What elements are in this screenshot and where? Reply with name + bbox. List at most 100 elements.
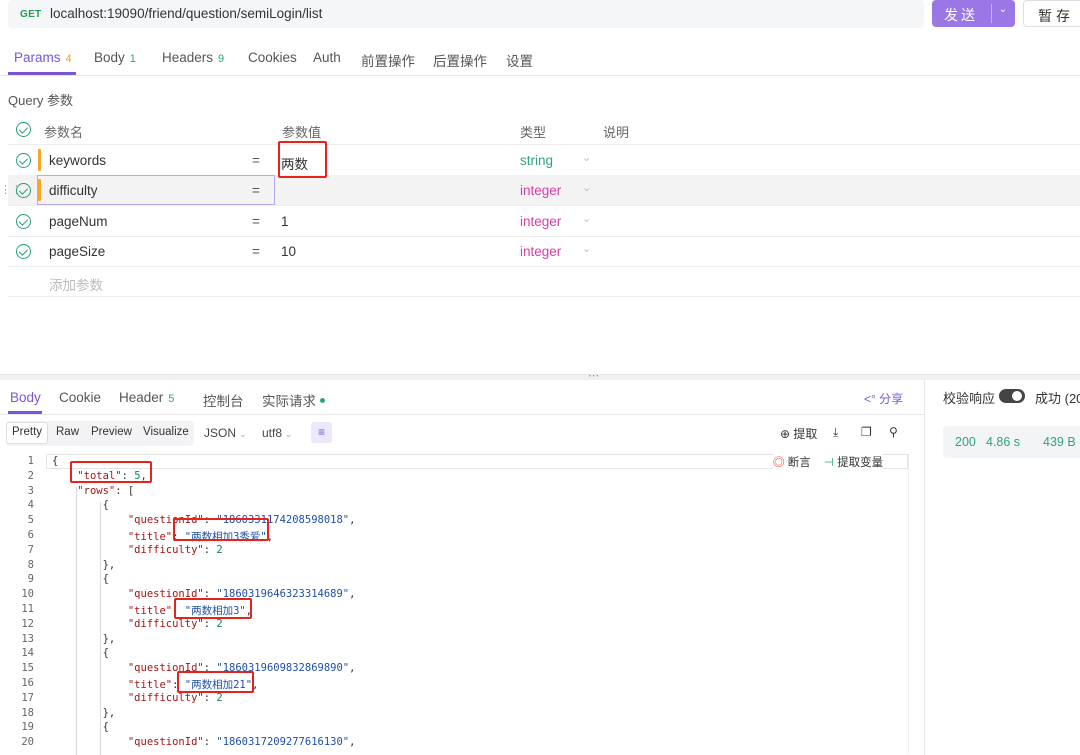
line-number: 18 (21, 706, 34, 719)
status-code: 200 (955, 435, 976, 449)
validate-response-toggle[interactable] (999, 389, 1025, 403)
param-value[interactable]: 10 (281, 244, 296, 259)
tab-label: Body (94, 50, 125, 65)
line-number: 10 (21, 588, 34, 601)
param-enabled-checkbox[interactable] (16, 214, 31, 229)
send-button[interactable]: 发送 ⌄ (932, 0, 1015, 27)
required-marker (38, 149, 41, 171)
line-number: 3 (27, 484, 34, 497)
tab-body[interactable]: Body 1 (94, 50, 136, 65)
param-enabled-checkbox[interactable] (16, 183, 31, 198)
chevron-down-icon[interactable]: ⌄ (582, 151, 591, 164)
param-enabled-checkbox[interactable] (16, 153, 31, 168)
share-label: 分享 (879, 392, 904, 406)
line-number: 7 (27, 543, 34, 556)
code-line: { (52, 721, 109, 734)
extract-button[interactable]: ⊕ 提取 (780, 425, 817, 442)
line-number: 16 (21, 677, 34, 689)
url-text[interactable]: localhost:19090/friend/question/semiLogi… (50, 6, 322, 21)
tab-response-cookie[interactable]: Cookie (59, 390, 101, 405)
tab-response-header[interactable]: Header 5 (119, 390, 174, 405)
tab-actual-request[interactable]: 实际请求 (262, 390, 325, 410)
chevron-down-icon[interactable]: ⌄ (582, 181, 591, 194)
url-bar: GET localhost:19090/friend/question/semi… (0, 0, 1080, 38)
add-param-input[interactable]: 添加参数 (49, 274, 103, 294)
line-number: 1 (27, 455, 34, 467)
param-row: pageSize = 10 integer ⌄ (8, 236, 1080, 267)
param-name[interactable]: pageNum (49, 214, 108, 229)
tab-label: Header (119, 390, 164, 405)
add-param-row: 添加参数 (8, 266, 1080, 297)
encoding-select[interactable]: utf8 ⌄ (262, 426, 293, 440)
view-raw[interactable]: Raw (56, 426, 79, 438)
line-number: 11 (21, 603, 34, 615)
tab-auth[interactable]: Auth (313, 50, 341, 65)
code-line: "rows": [ (77, 484, 135, 497)
tab-settings[interactable]: 设置 (506, 50, 533, 70)
line-number: 6 (27, 529, 34, 541)
param-enabled-checkbox[interactable] (16, 244, 31, 259)
assert-label: 断言 (787, 457, 811, 469)
tab-label: 实际请求 (262, 394, 316, 409)
param-type-select[interactable]: string (520, 153, 553, 168)
line-number: 13 (21, 632, 34, 645)
tab-post-operations[interactable]: 后置操作 (433, 50, 487, 70)
tab-cookies[interactable]: Cookies (248, 50, 297, 65)
line-number: 5 (27, 514, 34, 527)
column-header-description: 说明 (603, 125, 630, 140)
share-button[interactable]: <° 分享 (864, 390, 903, 407)
copy-icon[interactable]: ❐ (861, 425, 872, 439)
search-icon[interactable]: ⚲ (889, 425, 898, 439)
param-type-select[interactable]: integer (520, 214, 561, 229)
param-type-select[interactable]: integer (520, 183, 561, 198)
tab-count: 9 (218, 53, 225, 65)
tab-params[interactable]: Params 4 (14, 50, 72, 65)
http-method[interactable]: GET (20, 9, 41, 20)
view-preview[interactable]: Preview (91, 426, 132, 438)
param-name[interactable]: difficulty (49, 183, 98, 198)
extract-variable-button[interactable]: ⊣ 提取变量 (824, 457, 883, 469)
download-icon[interactable]: ⤓ (833, 425, 838, 440)
view-visualize[interactable]: Visualize (143, 426, 189, 438)
save-label[interactable]: 暂存 (1038, 6, 1074, 26)
line-number: 4 (27, 499, 34, 512)
assert-icon: ◎ (773, 457, 785, 469)
save-button[interactable]: 暂存 (1023, 0, 1080, 27)
equals-sign: = (252, 244, 260, 259)
format-select[interactable]: JSON ⌄ (204, 426, 247, 440)
tab-headers[interactable]: Headers 9 (162, 50, 224, 65)
assert-button[interactable]: ◎ 断言 (773, 457, 811, 469)
validation-status: 成功 (20 (1035, 391, 1080, 406)
column-header-value: 参数值 (282, 125, 322, 140)
url-input[interactable]: GET localhost:19090/friend/question/semi… (8, 0, 924, 28)
status-dot (320, 398, 325, 403)
code-line: "difficulty": 2 (127, 543, 223, 556)
select-all-checkbox[interactable] (16, 122, 31, 137)
line-number: 15 (21, 662, 34, 675)
equals-sign: = (252, 183, 260, 198)
tab-pre-operations[interactable]: 前置操作 (361, 50, 415, 70)
tab-console[interactable]: 控制台 (203, 390, 244, 410)
param-type-select[interactable]: integer (520, 244, 561, 259)
code-line: { (52, 455, 59, 467)
line-number: 2 (27, 469, 34, 482)
code-line: "difficulty": 2 (127, 617, 223, 630)
response-code-viewer[interactable]: 1{2 "total": 5, 3 "rows": [4 {5 "question… (0, 452, 924, 755)
param-value[interactable]: 1 (281, 214, 289, 229)
view-pretty[interactable]: Pretty (6, 422, 49, 444)
extract-icon: ⊕ (780, 427, 791, 441)
tab-label: Headers (162, 50, 214, 65)
response-summary-panel: 校验响应 成功 (20 200 4.86 s 439 B (924, 380, 1080, 755)
param-name[interactable]: keywords (49, 153, 106, 168)
wrap-lines-icon[interactable]: ≡ (311, 422, 332, 443)
send-label[interactable]: 发送 (932, 5, 990, 25)
param-name[interactable]: pageSize (49, 244, 105, 259)
tab-response-body[interactable]: Body (10, 390, 41, 405)
chevron-down-icon[interactable]: ⌄ (582, 242, 591, 255)
chevron-down-icon[interactable]: ⌄ (582, 212, 591, 225)
chevron-down-icon[interactable]: ⌄ (994, 4, 1012, 15)
active-tab-indicator (8, 411, 42, 414)
tab-label: Params (14, 50, 61, 65)
vertical-scrollbar[interactable] (908, 454, 922, 754)
code-line: { (52, 499, 109, 512)
